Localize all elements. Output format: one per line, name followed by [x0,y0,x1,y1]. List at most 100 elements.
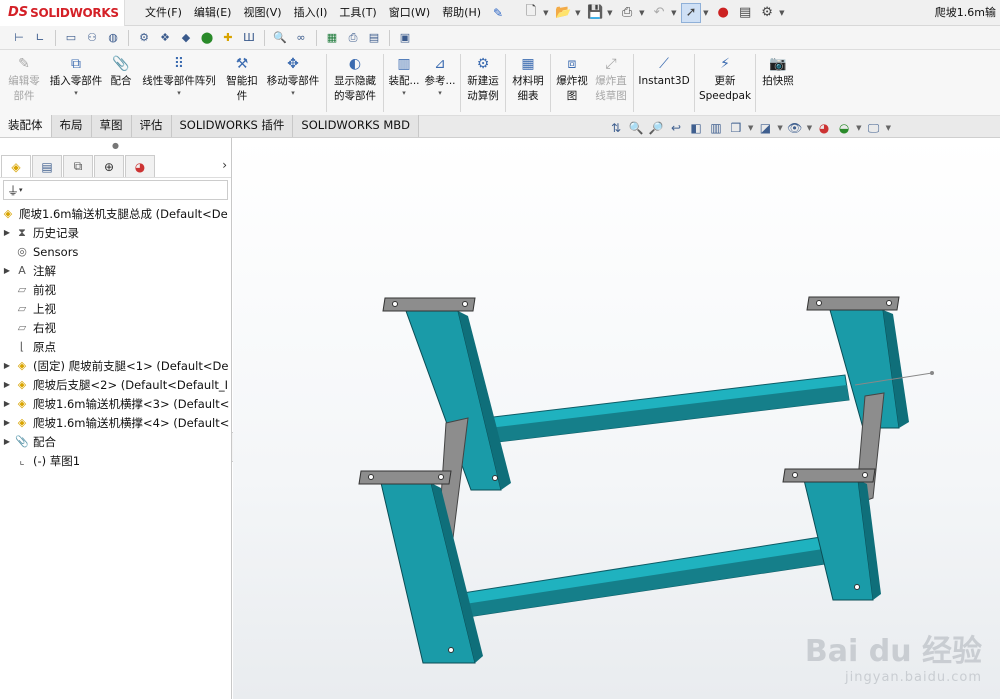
binoculars-icon[interactable]: ∞ [292,29,310,47]
expand-arrow-icon[interactable]: ▶ [0,266,14,275]
ruler-icon[interactable]: Ш [240,29,258,47]
chevron-down-icon[interactable]: ▾ [291,89,295,97]
save-icon[interactable]: 💾 [585,3,605,23]
menu-insert[interactable]: 插入(I) [288,0,334,26]
part-icon[interactable]: ❖ [156,29,174,47]
splitter-handle-icon[interactable]: ● [112,141,119,150]
mate-button[interactable]: 📎 配合 [106,50,136,114]
report-icon[interactable]: ▣ [396,29,414,47]
tree-root-assembly[interactable]: ◈ 爬坡1.6m输送机支腿总成 (Default<De [0,204,231,223]
menu-tools[interactable]: 工具(T) [333,0,382,26]
chevron-down-icon[interactable]: ▼ [543,9,551,17]
chevron-down-icon[interactable]: ▼ [886,124,891,132]
expand-arrow-icon[interactable]: ▶ [0,418,14,427]
chevron-down-icon[interactable]: ▼ [639,9,647,17]
chevron-down-icon[interactable]: ▾ [402,89,406,97]
tree-filter[interactable]: ⏚ ▾ [3,180,228,200]
chevron-down-icon[interactable]: ▼ [779,9,787,17]
tree-item-top-plane[interactable]: ▱ 上视 [0,299,231,318]
bill-of-materials-button[interactable]: ▦ 材料明 细表 [508,50,548,114]
menu-view[interactable]: 视图(V) [237,0,287,26]
solidworks-logo[interactable]: DS SOLIDWORKS [0,0,125,26]
new-motion-study-button[interactable]: ⚙ 新建运 动算例 [463,50,503,114]
section-view-icon[interactable]: ◧ [688,120,704,136]
chevron-down-icon[interactable]: ▼ [856,124,861,132]
undo-icon[interactable]: ↶ [649,3,669,23]
dimxpert-tab[interactable]: ⊕ [94,155,124,177]
display-icon[interactable]: ▭ [62,29,80,47]
zoom-icon[interactable]: 🔍 [271,29,289,47]
graphics-viewport[interactable]: Bai du 经验 jingyan.baidu.com [233,138,1000,699]
menu-edit[interactable]: 编辑(E) [188,0,238,26]
chevron-down-icon[interactable]: ▾ [74,89,78,97]
chevron-down-icon[interactable]: ▼ [575,9,583,17]
chevron-down-icon[interactable]: ▼ [607,9,615,17]
tree-item-annotations[interactable]: ▶ A 注解 [0,261,231,280]
chevron-down-icon[interactable]: ▼ [807,124,812,132]
smart-fastener-button[interactable]: ⚒ 智能扣件 [222,50,262,114]
tab-addins[interactable]: SOLIDWORKS 插件 [171,115,294,137]
tab-sketch[interactable]: 草图 [91,115,132,137]
select-pointer-icon[interactable]: ➚ [681,2,702,23]
location-pin-icon[interactable]: ⬤ [198,29,216,47]
pin-icon[interactable]: ✎ [493,6,503,20]
tab-evaluate[interactable]: 评估 [131,115,172,137]
tree-item-rear-leg[interactable]: ▶ ◈ 爬坡后支腿<2> (Default<Default_I [0,375,231,394]
globe-icon[interactable]: ◍ [104,29,122,47]
open-folder-icon[interactable]: 📂 [553,3,573,23]
hide-show-icon[interactable]: 👁 [787,120,803,136]
zoom-to-fit-icon[interactable]: 🔍 [628,120,644,136]
new-document-icon[interactable]: 🗋 [521,3,541,23]
menu-window[interactable]: 窗口(W) [383,0,436,26]
tree-item-crossbar-4[interactable]: ▶ ◈ 爬坡1.6m输送机横撑<4> (Default< [0,413,231,432]
tab-layout[interactable]: 布局 [51,115,92,137]
chevron-down-icon[interactable]: ▼ [748,124,753,132]
display-manager-tab[interactable]: ◕ [125,155,155,177]
sketch-endpoint[interactable] [930,371,934,375]
sketch-corner-icon[interactable]: ∟ [31,29,49,47]
tree-item-front-plane[interactable]: ▱ 前视 [0,280,231,299]
view-cube-icon[interactable]: ❒ [728,120,744,136]
tab-assembly[interactable]: 装配体 [0,115,52,137]
instant3d-button[interactable]: ⟋ Instant3D [636,50,692,114]
view-orientation-icon[interactable]: ⇅ [608,120,624,136]
chevron-down-icon[interactable]: ▼ [777,124,782,132]
insert-component-button[interactable]: ⧉ 插入零部件 ▾ [46,50,106,114]
cross-icon[interactable]: ✚ [219,29,237,47]
table-icon[interactable]: ▤ [365,29,383,47]
explode-line-sketch-button[interactable]: ⤢ 爆炸直 线草图 [591,50,631,114]
take-snapshot-button[interactable]: 📷 拍快照 [758,50,798,114]
update-speedpak-button[interactable]: ⚡ 更新 Speedpak [697,50,753,114]
chevron-down-icon[interactable]: ▼ [671,9,679,17]
tree-item-crossbar-3[interactable]: ▶ ◈ 爬坡1.6m输送机横撑<3> (Default< [0,394,231,413]
property-manager-tab[interactable]: ▤ [32,155,62,177]
previous-view-icon[interactable]: ↩ [668,120,684,136]
print-preview-icon[interactable]: ⎙ [344,29,362,47]
tree-item-history[interactable]: ▶ ⧗ 历史记录 [0,223,231,242]
print-icon[interactable]: ⎙ [617,3,637,23]
traffic-light-icon[interactable]: ● [713,3,733,23]
expand-arrow-icon[interactable]: ▶ [0,228,14,237]
file-properties-icon[interactable]: ▤ [735,3,755,23]
reference-geometry-button[interactable]: ⊿ 参考... ▾ [422,50,458,114]
assembly-tree-icon[interactable]: ⚇ [83,29,101,47]
assembly-features-button[interactable]: ▥ 装配... ▾ [386,50,422,114]
expand-arrow-icon[interactable]: ▶ [0,361,14,370]
scene-icon[interactable]: ◒ [836,120,852,136]
tree-item-front-leg[interactable]: ▶ ◈ (固定) 爬坡前支腿<1> (Default<De [0,356,231,375]
expand-arrow-icon[interactable]: ▶ [0,380,14,389]
edit-component-button[interactable]: ✎ 编辑零 部件 [2,50,46,114]
tree-item-mates[interactable]: ▶ 📎 配合 [0,432,231,451]
tree-item-right-plane[interactable]: ▱ 右视 [0,318,231,337]
options-gear-icon[interactable]: ⚙ [135,29,153,47]
excel-icon[interactable]: ▦ [323,29,341,47]
dynamic-annotation-icon[interactable]: ▥ [708,120,724,136]
smart-dimension-icon[interactable]: ⊢ [10,29,28,47]
monitor-icon[interactable]: 🖵 [866,120,882,136]
section-icon[interactable]: ◆ [177,29,195,47]
feature-manager-tab[interactable]: ◈ [1,155,31,177]
chevron-right-icon[interactable]: › [222,158,227,172]
move-component-button[interactable]: ✥ 移动零部件 ▾ [262,50,324,114]
tab-mbd[interactable]: SOLIDWORKS MBD [293,115,420,137]
zoom-area-icon[interactable]: 🔎 [648,120,664,136]
